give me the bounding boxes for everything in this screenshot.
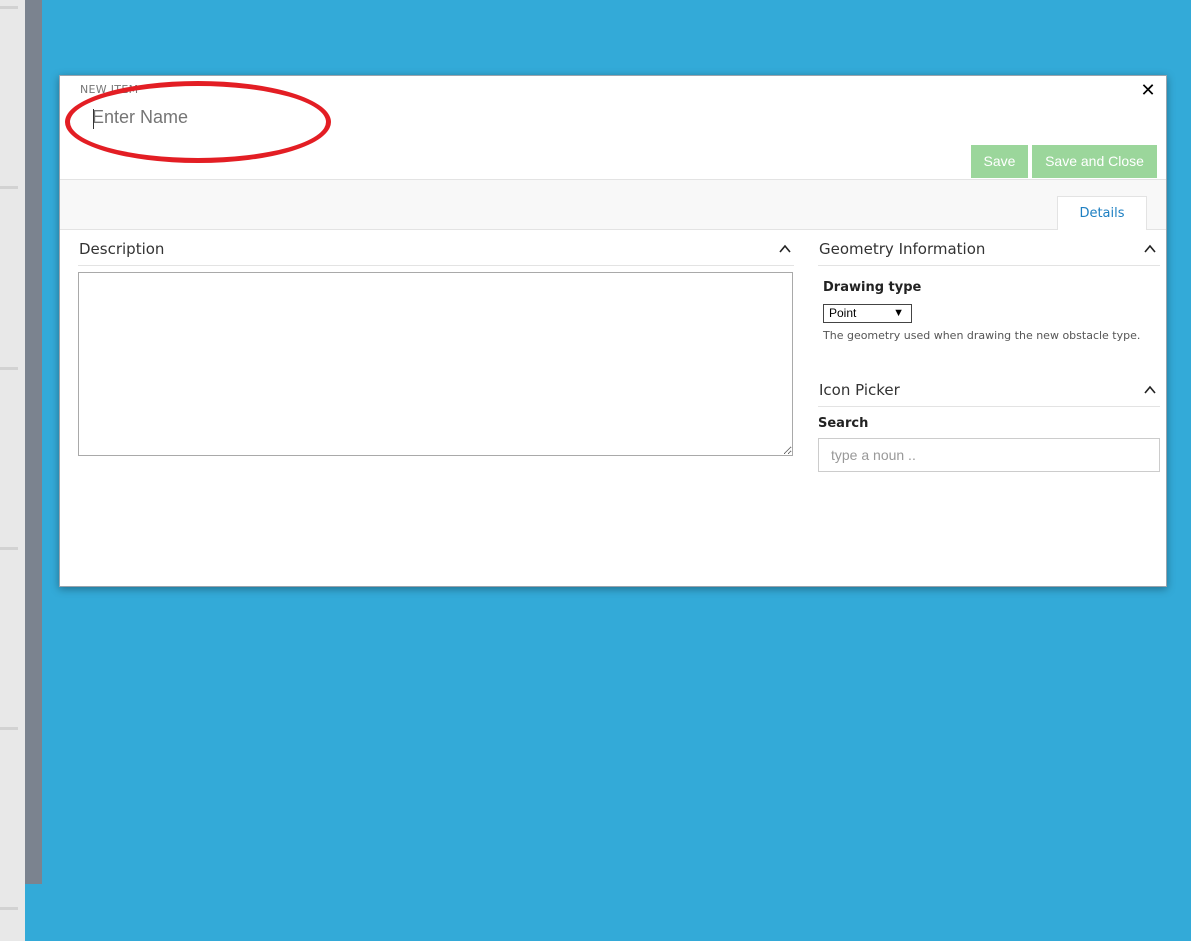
chevron-up-icon[interactable]: [1144, 384, 1156, 396]
divider: [0, 547, 18, 550]
chevron-up-icon[interactable]: [779, 243, 791, 255]
icon-search-input[interactable]: [818, 438, 1160, 472]
scrollbar[interactable]: [25, 0, 42, 884]
description-textarea[interactable]: [78, 272, 793, 456]
divider: [818, 406, 1160, 407]
divider: [0, 727, 18, 730]
text-cursor: [93, 109, 94, 129]
tab-details[interactable]: Details: [1057, 196, 1147, 230]
save-and-close-button[interactable]: Save and Close: [1032, 145, 1157, 178]
close-icon[interactable]: ✕: [1140, 82, 1156, 100]
chevron-up-icon[interactable]: [1144, 243, 1156, 255]
dropdown-arrow-icon: ▼: [893, 307, 904, 319]
save-button[interactable]: Save: [971, 145, 1028, 178]
divider: [0, 367, 18, 370]
description-title: Description: [79, 240, 165, 258]
drawing-type-select[interactable]: Point ▼: [823, 304, 912, 323]
icon-picker-title: Icon Picker: [819, 381, 900, 399]
left-panel: [0, 0, 25, 941]
geometry-title: Geometry Information: [819, 240, 986, 258]
divider: [0, 907, 18, 910]
tab-bar: Details: [60, 179, 1166, 230]
divider: [818, 265, 1160, 266]
background: [25, 884, 42, 941]
divider: [78, 265, 794, 266]
new-item-dialog: NEW ITEM ✕ Save Save and Close Details D…: [59, 75, 1167, 587]
drawing-type-value: Point: [829, 306, 857, 320]
search-label: Search: [818, 416, 869, 431]
dialog-header-label: NEW ITEM: [80, 83, 139, 96]
drawing-type-help: The geometry used when drawing the new o…: [823, 329, 1141, 342]
name-input[interactable]: [92, 104, 392, 130]
drawing-type-label: Drawing type: [823, 280, 922, 295]
divider: [0, 186, 18, 189]
divider: [0, 6, 18, 9]
